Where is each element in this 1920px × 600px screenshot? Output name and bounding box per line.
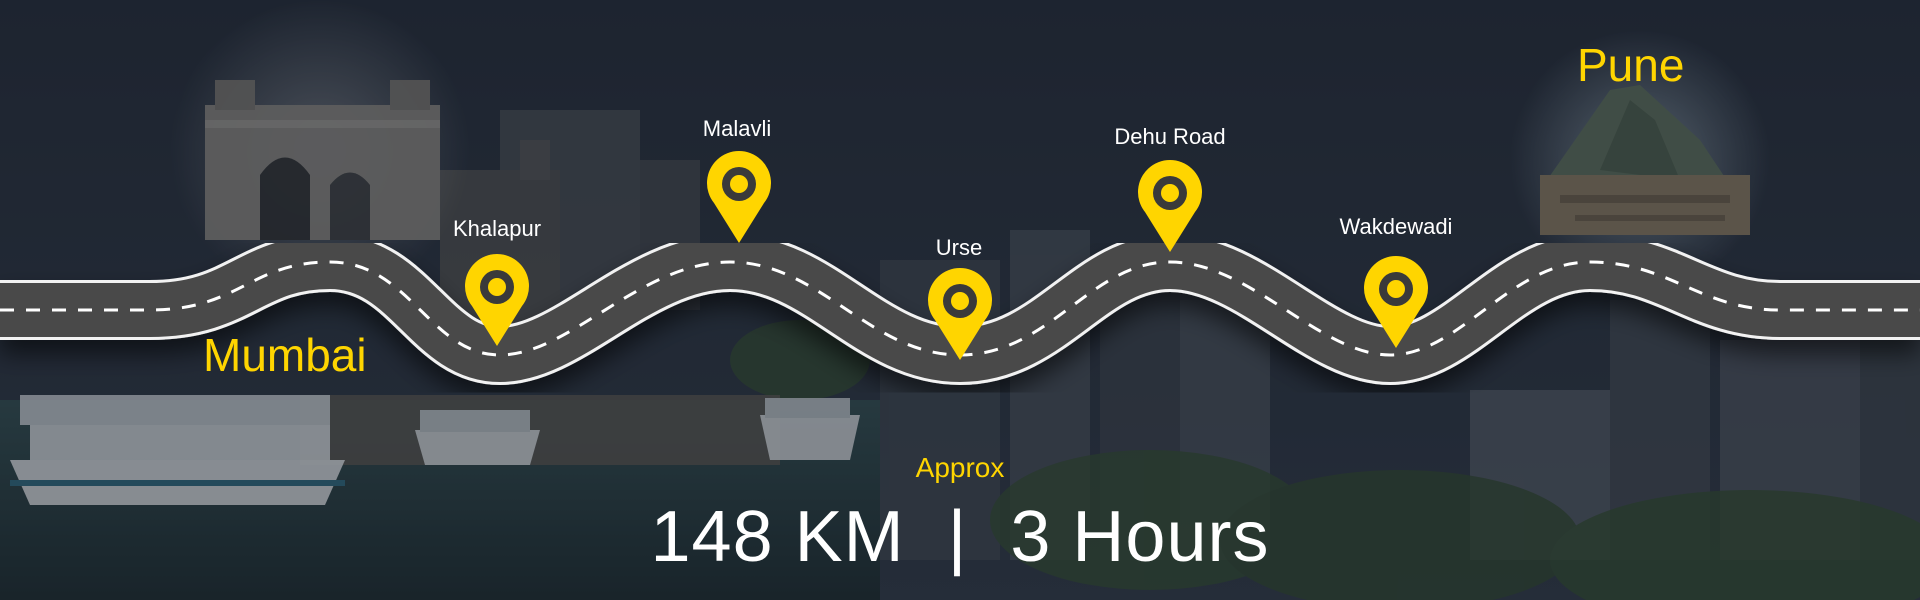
origin-city-label: Mumbai [203, 329, 367, 381]
map-pin-icon[interactable] [1135, 160, 1205, 254]
map-pin-icon[interactable] [925, 268, 995, 362]
trip-summary: 148 KM | 3 Hours [651, 496, 1270, 578]
route-banner: Mumbai Pune Khalapur Malavli Urse Dehu R… [0, 0, 1920, 600]
summary-separator: | [947, 497, 968, 577]
stop-label-malavli: Malavli [702, 116, 772, 141]
stop-label-dehu-road: Dehu Road [1114, 124, 1226, 149]
destination-city-label: Pune [1577, 39, 1685, 91]
stop-label-wakdewadi: Wakdewadi [1339, 214, 1453, 239]
stop-label-khalapur: Khalapur [452, 216, 542, 241]
distance-value: 148 KM [650, 497, 905, 577]
map-pin-icon[interactable] [704, 151, 774, 245]
map-pin-icon[interactable] [462, 254, 532, 348]
map-pin-icon[interactable] [1361, 256, 1431, 350]
duration-value: 3 Hours [1010, 497, 1270, 577]
approx-label: Approx [915, 452, 1005, 483]
stop-label-urse: Urse [935, 235, 983, 260]
